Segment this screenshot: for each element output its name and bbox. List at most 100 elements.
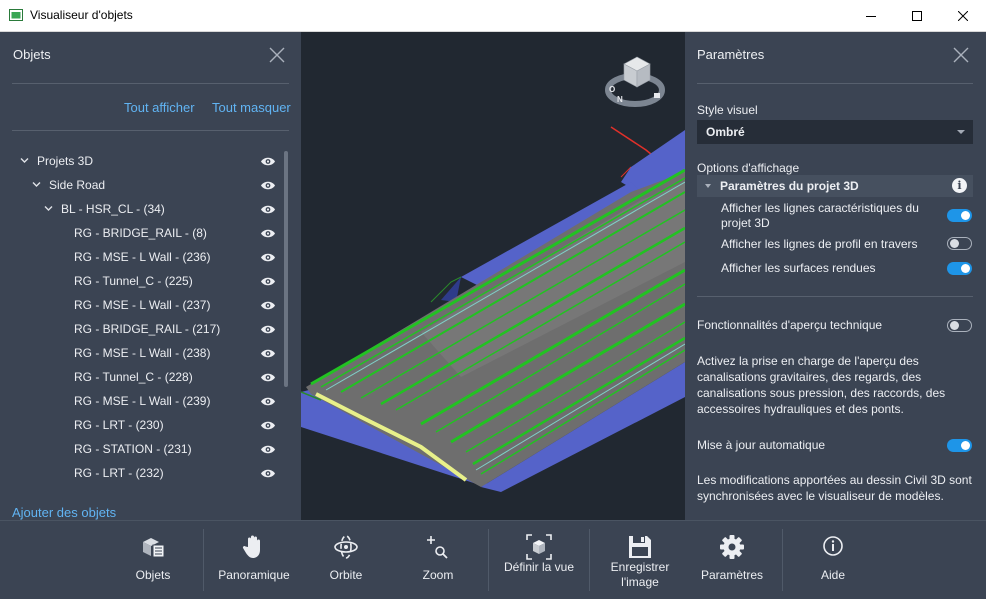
tree-item[interactable]: RG - BRIDGE_RAIL - (217) xyxy=(0,317,282,341)
maximize-icon xyxy=(912,10,922,21)
help-button-label: Aide xyxy=(820,568,846,582)
tree-scrollbar[interactable] xyxy=(284,151,288,387)
orbit-button[interactable]: Orbite xyxy=(306,521,386,599)
window-title: Visualiseur d'objets xyxy=(30,8,133,22)
tree-item[interactable]: Projets 3D xyxy=(0,149,282,173)
info-icon[interactable]: i xyxy=(952,178,967,193)
tree-item[interactable]: Side Road xyxy=(0,173,282,197)
model-viewport[interactable]: N O xyxy=(301,32,685,520)
tree-item[interactable]: RG - LRT - (230) xyxy=(0,413,282,437)
close-window-button[interactable] xyxy=(940,0,986,31)
eye-visibility-icon[interactable] xyxy=(260,180,276,191)
display-options-label: Options d'affichage xyxy=(697,161,800,175)
toolbar-separator xyxy=(488,529,489,591)
tree-item-label: Projets 3D xyxy=(37,154,94,168)
eye-visibility-icon[interactable] xyxy=(260,276,276,287)
save-image-button-label: Enregistrer l'image xyxy=(610,560,670,589)
tree-item-label: RG - BRIDGE_RAIL - (8) xyxy=(74,226,207,240)
save-disk-icon xyxy=(629,536,651,558)
tree-item[interactable]: RG - BRIDGE_RAIL - (8) xyxy=(0,221,282,245)
tree-item-label: RG - LRT - (230) xyxy=(74,418,164,432)
eye-visibility-icon[interactable] xyxy=(260,372,276,383)
minimize-button[interactable] xyxy=(848,0,894,31)
set-view-button-label: Définir la vue xyxy=(503,560,575,574)
pan-button-label: Panoramique xyxy=(218,568,290,582)
tree-item-label: RG - MSE - L Wall - (237) xyxy=(74,298,211,312)
tree-item[interactable]: RG - LRT - (232) xyxy=(0,461,282,485)
divider xyxy=(12,83,289,84)
tree-item-label: RG - MSE - L Wall - (238) xyxy=(74,346,211,360)
chevron-down-icon[interactable] xyxy=(44,204,53,213)
tree-item-label: RG - MSE - L Wall - (239) xyxy=(74,394,211,408)
zoom-icon xyxy=(427,536,448,559)
close-panel-icon[interactable] xyxy=(269,47,285,63)
eye-visibility-icon[interactable] xyxy=(260,204,276,215)
opt-cross-sections-label: Afficher les lignes de profil en travers xyxy=(721,237,918,251)
eye-visibility-icon[interactable] xyxy=(260,444,276,455)
cross-sections-toggle[interactable] xyxy=(947,237,972,250)
close-panel-icon[interactable] xyxy=(953,47,969,63)
viewcube-north: N xyxy=(617,95,623,104)
add-objects-link[interactable]: Ajouter des objets xyxy=(12,505,116,520)
settings-button[interactable]: Paramètres xyxy=(692,521,772,599)
zoom-button-label: Zoom xyxy=(422,568,454,582)
chevron-down-icon[interactable] xyxy=(32,180,41,189)
eye-visibility-icon[interactable] xyxy=(260,252,276,263)
tree-item[interactable]: RG - Tunnel_C - (225) xyxy=(0,269,282,293)
minimize-icon xyxy=(866,15,876,17)
auto-update-toggle[interactable] xyxy=(947,439,972,452)
tree-item[interactable]: RG - STATION - (231) xyxy=(0,437,282,461)
set-view-button[interactable]: Définir la vue xyxy=(498,521,580,599)
tree-item[interactable]: BL - HSR_CL - (34) xyxy=(0,197,282,221)
save-image-button[interactable]: Enregistrer l'image xyxy=(596,521,684,599)
eye-visibility-icon[interactable] xyxy=(260,348,276,359)
pan-button[interactable]: Panoramique xyxy=(210,521,298,599)
maximize-button[interactable] xyxy=(894,0,940,31)
tree-item-label: Side Road xyxy=(49,178,106,192)
viewcube-east-marker xyxy=(654,93,660,98)
hide-all-link[interactable]: Tout masquer xyxy=(212,100,291,115)
eye-visibility-icon[interactable] xyxy=(260,228,276,239)
show-all-link[interactable]: Tout afficher xyxy=(124,100,195,115)
objects-button-label: Objets xyxy=(135,568,171,582)
toolbar-separator xyxy=(782,529,783,591)
tree-item[interactable]: RG - MSE - L Wall - (238) xyxy=(0,341,282,365)
eye-visibility-icon[interactable] xyxy=(260,300,276,311)
visual-style-select[interactable]: Ombré xyxy=(697,120,973,144)
tree-item-label: RG - Tunnel_C - (225) xyxy=(74,274,193,288)
help-info-icon xyxy=(823,536,843,556)
divider xyxy=(697,83,973,84)
divider xyxy=(12,130,289,131)
tree-item[interactable]: RG - MSE - L Wall - (237) xyxy=(0,293,282,317)
eye-visibility-icon[interactable] xyxy=(260,324,276,335)
feature-lines-toggle[interactable] xyxy=(947,209,972,222)
tech-preview-label: Fonctionnalités d'aperçu technique xyxy=(697,318,883,332)
chevron-down-icon[interactable] xyxy=(20,156,29,165)
eye-visibility-icon[interactable] xyxy=(260,156,276,167)
tree-item-label: RG - BRIDGE_RAIL - (217) xyxy=(74,322,221,336)
tech-preview-description: Activez la prise en charge de l'aperçu d… xyxy=(697,354,946,416)
set-view-icon xyxy=(526,534,552,560)
eye-visibility-icon[interactable] xyxy=(260,468,276,479)
help-button[interactable]: Aide xyxy=(793,521,873,599)
tree-item[interactable]: RG - MSE - L Wall - (239) xyxy=(0,389,282,413)
tech-preview-toggle[interactable] xyxy=(947,319,972,332)
tree-item[interactable]: RG - Tunnel_C - (228) xyxy=(0,365,282,389)
eye-visibility-icon[interactable] xyxy=(260,396,276,407)
tree-item-label: RG - STATION - (231) xyxy=(74,442,192,456)
divider xyxy=(697,296,973,297)
rendered-surfaces-toggle[interactable] xyxy=(947,262,972,275)
tree-item[interactable]: RG - MSE - L Wall - (236) xyxy=(0,245,282,269)
section-title: Paramètres du projet 3D xyxy=(720,179,859,193)
tree-item-label: BL - HSR_CL - (34) xyxy=(61,202,165,216)
zoom-button[interactable]: Zoom xyxy=(398,521,478,599)
opt-rendered-surfaces-label: Afficher les surfaces rendues xyxy=(721,261,876,275)
section-header-3d-project[interactable]: Paramètres du projet 3D i xyxy=(697,175,973,197)
objects-panel-title: Objets xyxy=(13,47,51,62)
settings-button-label: Paramètres xyxy=(700,568,764,582)
objects-button[interactable]: Objets xyxy=(113,521,193,599)
viewcube-icon[interactable]: N O xyxy=(604,54,666,110)
opt-feature-lines-label: Afficher les lignes caractéristiques du … xyxy=(721,201,919,230)
eye-visibility-icon[interactable] xyxy=(260,420,276,431)
orbit-button-label: Orbite xyxy=(329,568,363,582)
